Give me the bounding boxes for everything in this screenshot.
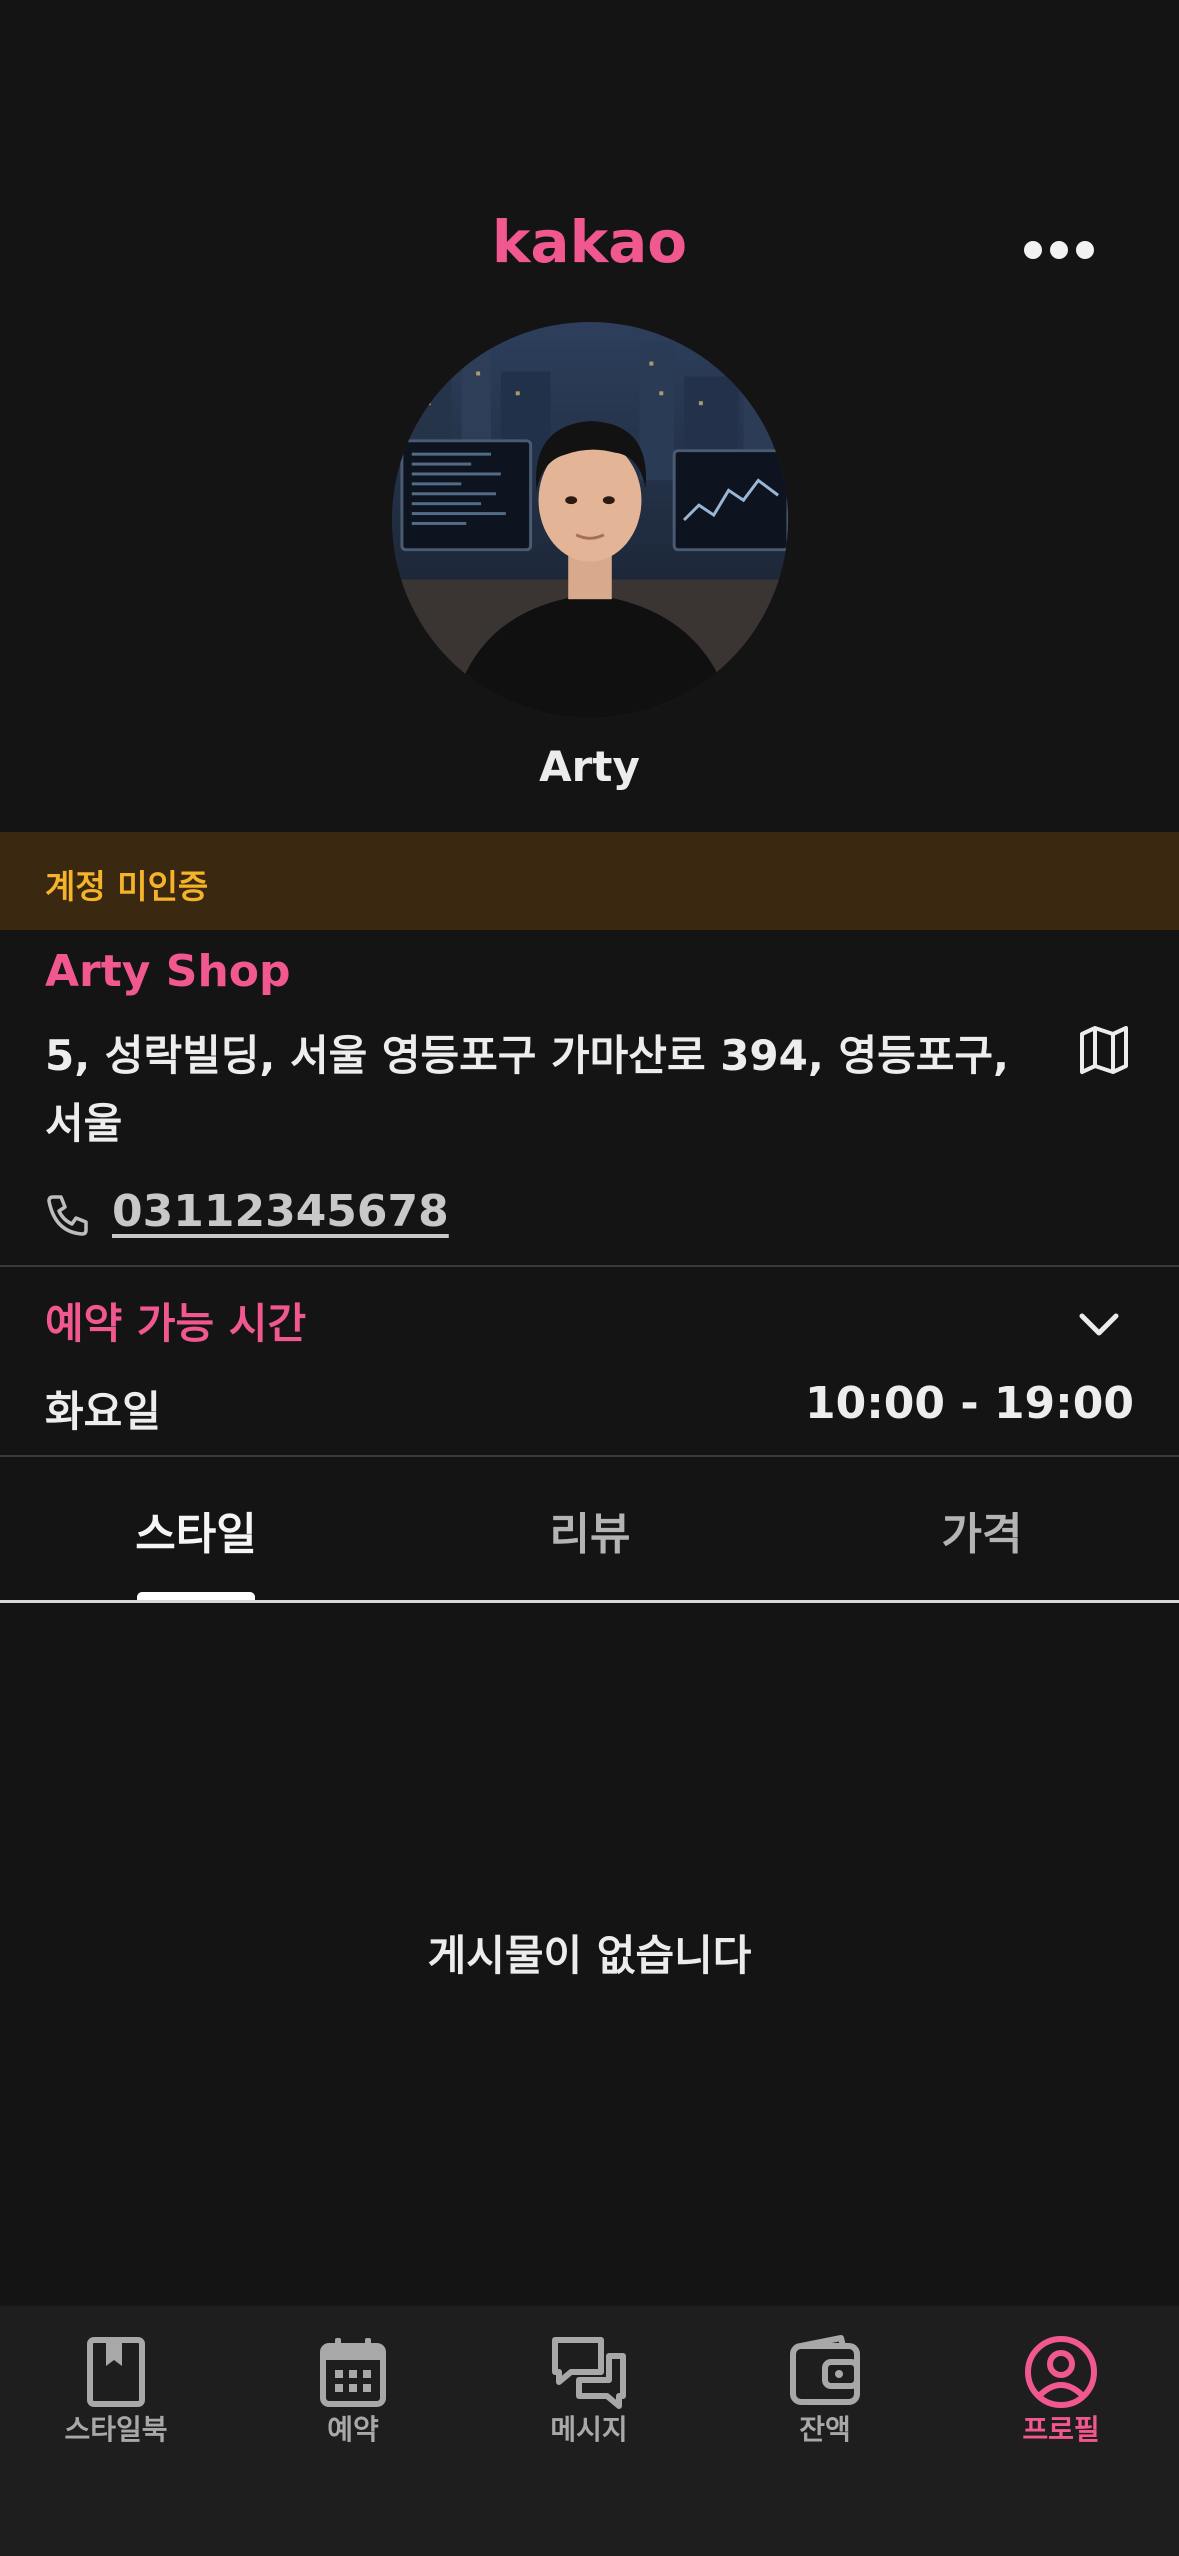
wallet-icon	[790, 2335, 860, 2405]
calendar-icon	[320, 2338, 386, 2407]
empty-state-message: 게시물이 없습니다	[427, 1931, 752, 1980]
hours-day: 화요일	[45, 1387, 161, 1436]
nav-messages[interactable]: 메시지	[489, 2324, 689, 2448]
bottom-nav: 스타일북 예약 메시지 잔액 프로필	[0, 2306, 1179, 2556]
more-options-icon[interactable]	[1024, 230, 1094, 270]
nav-label: 메시지	[550, 2413, 628, 2446]
user-circle-icon	[1025, 2336, 1097, 2408]
phone-number-link[interactable]: 03112345678	[112, 1186, 449, 1237]
tab-style[interactable]: 스타일	[46, 1498, 346, 1562]
tabs-divider	[0, 1600, 1179, 1603]
nav-balance[interactable]: 잔액	[725, 2324, 925, 2448]
nav-label: 프로필	[1022, 2413, 1100, 2446]
hours-title: 예약 가능 시간	[45, 1299, 307, 1348]
chevron-down-icon[interactable]	[1074, 1300, 1124, 1350]
chat-bubbles-icon	[552, 2337, 626, 2409]
bookmark-book-icon	[87, 2337, 145, 2407]
nav-label: 잔액	[799, 2413, 851, 2446]
nav-profile[interactable]: 프로필	[961, 2324, 1161, 2448]
shop-address: 5, 성락빌딩, 서울 영등포구 가마산로 394, 영등포구, 서울	[45, 1031, 1009, 1148]
avatar[interactable]	[392, 322, 788, 718]
map-icon[interactable]	[1076, 1022, 1132, 1078]
tab-bar: 스타일 리뷰 가격	[0, 1458, 1179, 1600]
nav-label: 스타일북	[64, 2413, 168, 2446]
divider	[0, 1265, 1179, 1267]
tab-reviews[interactable]: 리뷰	[440, 1498, 740, 1562]
nav-booking[interactable]: 예약	[253, 2324, 453, 2448]
nav-stylebook[interactable]: 스타일북	[16, 2324, 216, 2448]
profile-name: Arty	[539, 742, 640, 791]
verification-banner: 계정 미인증	[0, 832, 1179, 930]
hours-time: 10:00 - 19:00	[804, 1378, 1134, 1429]
tab-price[interactable]: 가격	[832, 1498, 1132, 1562]
header: kakao	[0, 0, 1179, 320]
divider	[0, 1455, 1179, 1457]
verification-status: 계정 미인증	[45, 867, 209, 906]
shop-name: Arty Shop	[45, 946, 291, 997]
brand-title: kakao	[491, 208, 688, 276]
phone-icon	[47, 1195, 88, 1236]
nav-label: 예약	[327, 2413, 379, 2446]
